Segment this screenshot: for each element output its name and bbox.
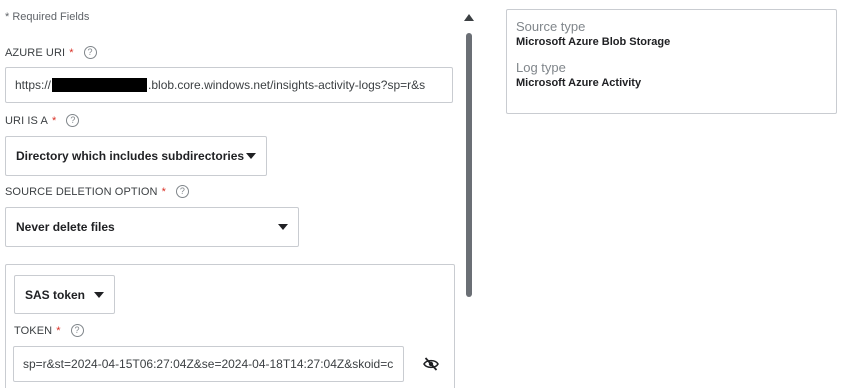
required-mark: * <box>51 114 57 127</box>
redacted-storage-account <box>52 78 148 92</box>
scroll-up-arrow-icon[interactable] <box>464 14 474 21</box>
source-type-label: Source type <box>516 19 586 34</box>
source-summary-card: Source type Microsoft Azure Blob Storage… <box>506 9 837 114</box>
source-type-value: Microsoft Azure Blob Storage <box>516 36 671 48</box>
caret-down-icon <box>94 291 104 298</box>
log-type-value: Microsoft Azure Activity <box>516 77 642 89</box>
required-mark: * <box>161 185 166 198</box>
eye-off-icon[interactable] <box>423 357 439 371</box>
uri-is-a-selected: Directory which includes subdirectories <box>16 149 245 163</box>
help-circle-icon[interactable]: ? <box>83 46 97 59</box>
source-deletion-selected: Never delete files <box>16 220 115 234</box>
uri-is-a-label: URI IS A <box>5 114 48 127</box>
uri-is-a-label-row: URI IS A * ? <box>5 114 80 127</box>
required-fields-note: * Required Fields <box>5 11 90 23</box>
page: * Required Fields AZURE URI * ? https://… <box>0 0 842 388</box>
help-circle-icon[interactable]: ? <box>70 324 84 337</box>
azure-uri-label-row: AZURE URI * ? <box>5 46 97 59</box>
required-mark: * <box>56 324 61 337</box>
token-label: TOKEN <box>14 324 53 337</box>
azure-uri-prefix: https:// <box>15 78 52 92</box>
help-circle-icon[interactable]: ? <box>175 185 189 198</box>
azure-uri-label: AZURE URI <box>5 46 66 59</box>
auth-method-select[interactable]: SAS token <box>14 275 115 314</box>
uri-is-a-select[interactable]: Directory which includes subdirectories <box>5 136 267 176</box>
azure-uri-suffix: .blob.core.windows.net/insights-activity… <box>148 78 426 92</box>
caret-down-icon <box>278 224 288 230</box>
auth-method-selected: SAS token <box>25 287 86 302</box>
log-type-label: Log type <box>516 60 566 75</box>
token-input[interactable]: sp=r&st=2024-04-15T06:27:04Z&se=2024-04-… <box>13 346 404 382</box>
required-mark: * <box>69 46 74 59</box>
token-value: sp=r&st=2024-04-15T06:27:04Z&se=2024-04-… <box>23 357 394 371</box>
source-deletion-label: SOURCE DELETION OPTION <box>5 185 158 198</box>
scrollbar-thumb[interactable] <box>466 33 472 297</box>
caret-down-icon <box>246 153 256 159</box>
token-label-row: TOKEN * ? <box>14 324 84 337</box>
source-deletion-label-row: SOURCE DELETION OPTION * ? <box>5 185 189 198</box>
source-deletion-select[interactable]: Never delete files <box>5 207 299 247</box>
azure-uri-input[interactable]: https:// .blob.core.windows.net/insights… <box>5 67 453 103</box>
help-circle-icon[interactable]: ? <box>66 114 80 127</box>
